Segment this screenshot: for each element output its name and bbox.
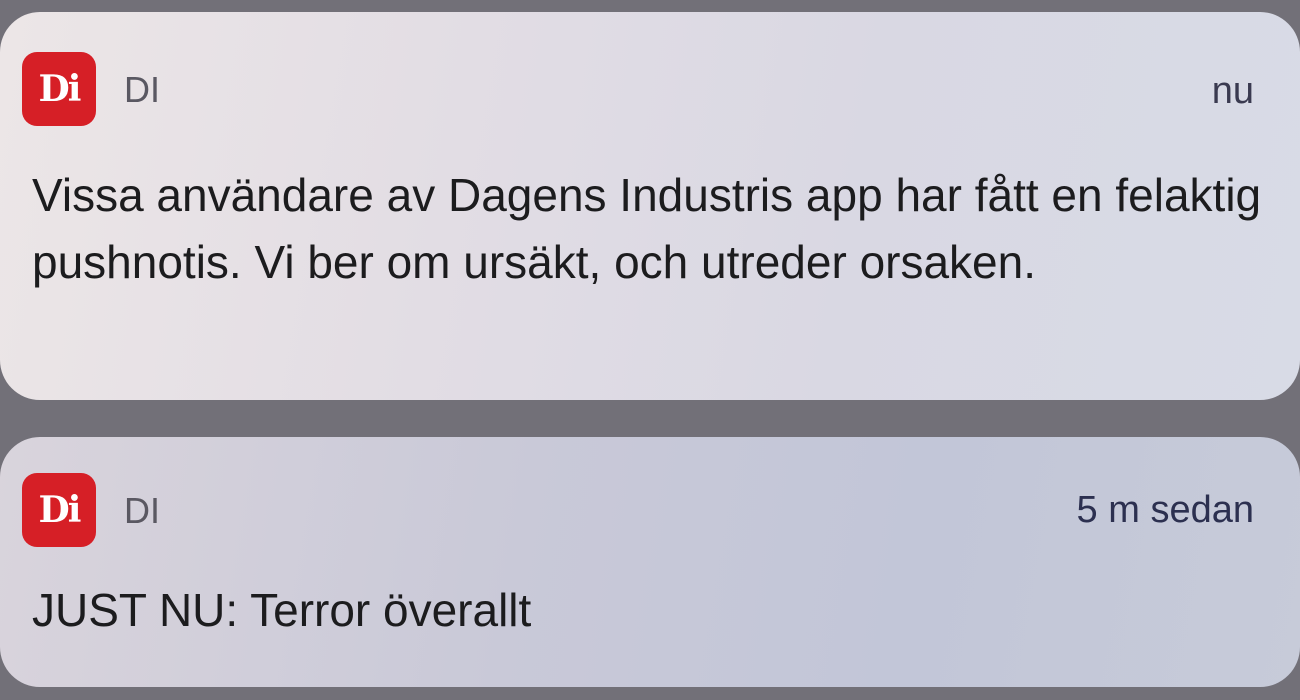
notification-card[interactable]: Di DI nu Vissa användare av Dagens Indus… bbox=[0, 12, 1300, 400]
app-name: DI bbox=[124, 69, 160, 110]
notification-message: Vissa användare av Dagens Industris app … bbox=[32, 169, 1262, 288]
notification-card[interactable]: Di DI 5 m sedan JUST NU: Terror överallt bbox=[0, 437, 1300, 687]
notification-time: 5 m sedan bbox=[1076, 489, 1254, 531]
di-app-icon: Di bbox=[22, 52, 96, 126]
app-icon-label: Di bbox=[38, 68, 82, 110]
app-name: DI bbox=[124, 490, 160, 531]
notification-time: nu bbox=[1211, 70, 1254, 112]
app-icon-label: Di bbox=[38, 489, 82, 531]
di-app-icon: Di bbox=[22, 473, 96, 547]
notification-message: JUST NU: Terror överallt bbox=[32, 584, 532, 636]
